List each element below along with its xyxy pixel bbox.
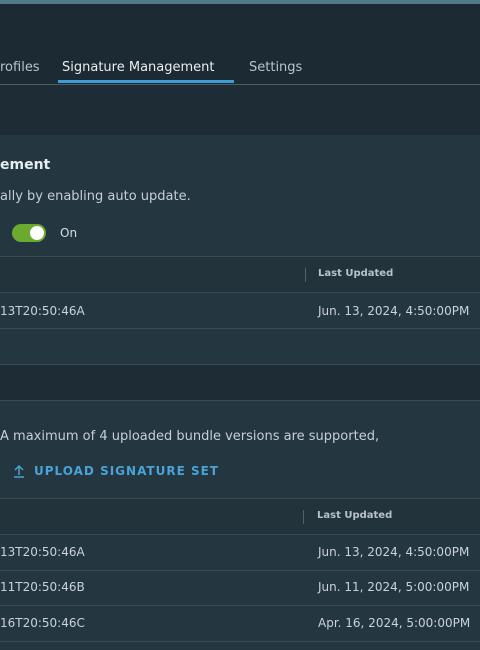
divider: [0, 400, 480, 401]
table1-header: Last Updated: [0, 257, 480, 292]
divider: [0, 364, 480, 365]
upload-signature-set-button[interactable]: UPLOAD SIGNATURE SET: [12, 464, 219, 478]
toggle-state-label: On: [60, 226, 78, 240]
divider: [0, 292, 480, 293]
tab-signature-management[interactable]: Signature Management: [62, 60, 214, 75]
table2-row-updated: Jun. 11, 2024, 5:00:00PM: [318, 580, 470, 594]
header-band: [0, 85, 480, 135]
auto-update-title: ement: [0, 157, 51, 173]
column-separator: [303, 510, 304, 524]
tab-bar: rofiles Signature Management Settings: [0, 0, 480, 85]
table2-header: Last Updated: [0, 499, 480, 534]
table2-row-version: 11T20:50:46B: [0, 580, 85, 594]
auto-update-description: ally by enabling auto update.: [0, 189, 191, 204]
divider: [0, 328, 480, 329]
table1-header-last-updated[interactable]: Last Updated: [318, 268, 393, 279]
table2-row-version: 13T20:50:46A: [0, 545, 85, 559]
table2-row-version: 16T20:50:46C: [0, 616, 85, 630]
upload-signature-set-label: UPLOAD SIGNATURE SET: [34, 464, 219, 478]
divider: [0, 534, 480, 535]
auto-update-toggle[interactable]: [12, 224, 46, 242]
section-gap: [0, 365, 480, 401]
upload-icon: [14, 464, 24, 478]
toggle-knob: [30, 226, 44, 240]
table2-row-updated: Apr. 16, 2024, 5:00:00PM: [318, 616, 471, 630]
divider: [0, 570, 480, 571]
divider: [0, 641, 480, 642]
divider: [0, 605, 480, 606]
table1-row-version: 13T20:50:46A: [0, 304, 85, 318]
tab-settings[interactable]: Settings: [249, 60, 302, 75]
active-tab-indicator: [58, 80, 234, 83]
table2-row-updated: Jun. 13, 2024, 4:50:00PM: [318, 545, 470, 559]
column-separator: [305, 268, 306, 282]
tab-profiles[interactable]: rofiles: [0, 60, 40, 75]
table1-row-updated: Jun. 13, 2024, 4:50:00PM: [318, 304, 470, 318]
table2-header-last-updated[interactable]: Last Updated: [317, 510, 392, 521]
uploaded-bundle-note: A maximum of 4 uploaded bundle versions …: [0, 429, 380, 444]
